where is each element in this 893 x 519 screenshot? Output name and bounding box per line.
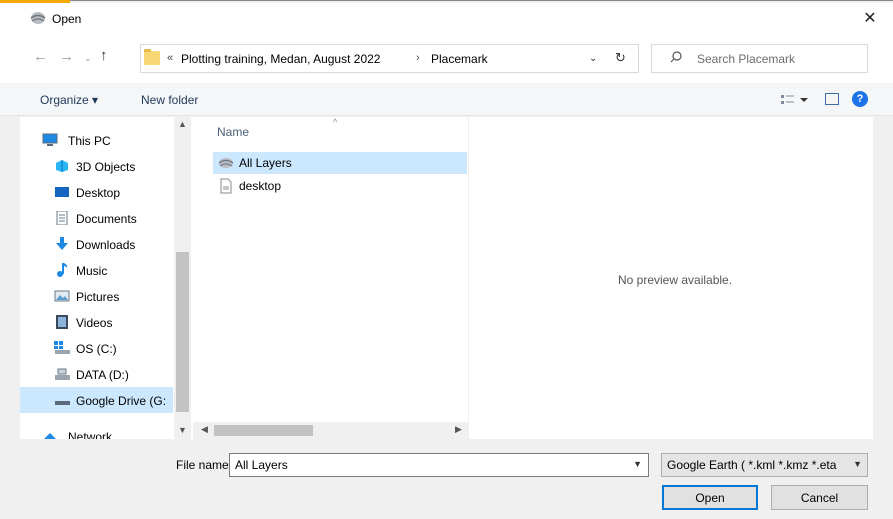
drive-icon <box>55 368 70 380</box>
title-bar: Open ✕ <box>0 3 893 35</box>
scroll-down-icon[interactable]: ▼ <box>178 425 187 435</box>
pictures-icon <box>54 290 70 302</box>
nav-item-google-drive[interactable]: Google Drive (G: <box>20 387 173 413</box>
videos-icon <box>56 315 68 329</box>
open-dialog: Open ✕ ← → ⌄ ↑ « Plotting training, Meda… <box>0 0 893 519</box>
nav-item-music[interactable]: Music <box>20 257 193 283</box>
nav-item-label: Pictures <box>76 290 120 304</box>
nav-item-data-d[interactable]: DATA (D:) <box>20 361 193 387</box>
layers-icon <box>218 158 234 168</box>
earth-app-icon <box>30 12 46 24</box>
scrollbar-thumb[interactable] <box>214 425 313 436</box>
windows-drive-icon <box>54 341 70 354</box>
cancel-button[interactable]: Cancel <box>771 485 868 510</box>
nav-item-label: This PC <box>68 134 111 148</box>
change-view-icon[interactable] <box>780 92 810 108</box>
nav-pane-scrollbar[interactable]: ▲ ▼ <box>174 117 191 439</box>
file-type-select[interactable]: Google Earth ( *.kml *.kmz *.eta ▼ <box>661 453 868 477</box>
preview-pane-icon[interactable] <box>825 93 839 105</box>
new-folder-button[interactable]: New folder <box>141 93 198 107</box>
file-name: All Layers <box>239 156 292 170</box>
file-row[interactable]: All Layers <box>213 152 467 174</box>
breadcrumb-item[interactable]: Placemark <box>431 52 488 66</box>
breadcrumb-separator-icon[interactable]: › <box>416 52 420 64</box>
column-header-name[interactable]: Name <box>217 125 249 139</box>
music-icon <box>57 263 68 277</box>
scroll-right-icon[interactable]: ▶ <box>455 424 462 435</box>
up-folder-button[interactable]: ↑ <box>100 47 108 64</box>
close-button[interactable]: ✕ <box>847 3 893 33</box>
file-name: desktop <box>239 179 282 193</box>
search-placeholder: Search Placemark <box>697 52 796 66</box>
refresh-button[interactable]: ↻ <box>615 50 626 66</box>
nav-item-this-pc[interactable]: This PC <box>20 127 193 153</box>
nav-item-label: Videos <box>76 316 113 330</box>
nav-item-label: Desktop <box>76 186 121 200</box>
top-border <box>70 0 893 1</box>
dialog-footer: File name: All Layers ▼ Google Earth ( *… <box>0 440 893 519</box>
preview-message: No preview available. <box>618 273 733 287</box>
breadcrumb-overflow-button[interactable]: « <box>167 52 173 64</box>
nav-item-desktop[interactable]: Desktop <box>20 179 193 205</box>
nav-item-network[interactable]: Network <box>20 423 193 439</box>
file-list-horizontal-scrollbar[interactable]: ◀ ▶ <box>193 422 469 439</box>
breadcrumb-item[interactable]: Plotting training, Medan, August 2022 <box>181 52 380 66</box>
organize-menu-button[interactable]: Organize ▾ <box>40 93 98 107</box>
nav-item-downloads[interactable]: Downloads <box>20 231 193 257</box>
preview-pane: No preview available. <box>470 117 873 439</box>
file-list-pane: Name ^ All Layers desktop ◀ ▶ <box>193 117 469 439</box>
folder-icon <box>144 49 160 65</box>
document-icon <box>56 211 68 225</box>
scroll-up-icon[interactable]: ▲ <box>178 119 187 129</box>
scroll-left-icon[interactable]: ◀ <box>201 424 208 435</box>
nav-item-label: DATA (D:) <box>76 368 129 382</box>
address-bar[interactable]: « Plotting training, Medan, August 2022 … <box>140 44 639 73</box>
nav-item-videos[interactable]: Videos <box>20 309 193 335</box>
nav-item-3d-objects[interactable]: 3D Objects <box>20 153 193 179</box>
file-name-field[interactable]: All Layers ▼ <box>229 453 649 477</box>
nav-item-documents[interactable]: Documents <box>20 205 193 231</box>
forward-button[interactable]: → <box>59 48 74 65</box>
drive-icon <box>55 401 70 405</box>
navigation-pane: This PC 3D Objects Desktop Documents Dow… <box>20 117 193 439</box>
address-dropdown-button[interactable]: ⌄ <box>589 53 597 64</box>
computer-icon <box>42 133 58 146</box>
nav-item-label: Network <box>68 430 113 439</box>
recent-locations-button[interactable]: ⌄ <box>84 53 92 64</box>
file-icon <box>220 178 232 194</box>
file-type-value: Google Earth ( *.kml *.kmz *.eta <box>667 458 837 472</box>
nav-item-label: OS (C:) <box>76 342 117 356</box>
file-name-label: File name: <box>176 458 233 472</box>
chevron-down-icon[interactable]: ▼ <box>853 459 862 469</box>
search-box[interactable]: Search Placemark <box>651 44 868 73</box>
open-button[interactable]: Open <box>662 485 758 510</box>
nav-item-label: Music <box>76 264 108 278</box>
nav-item-pictures[interactable]: Pictures <box>20 283 193 309</box>
desktop-icon <box>55 187 69 197</box>
chevron-down-icon[interactable]: ▼ <box>633 459 642 469</box>
nav-item-os-c[interactable]: OS (C:) <box>20 335 193 361</box>
network-icon <box>44 433 56 439</box>
navigation-row: ← → ⌄ ↑ « Plotting training, Medan, Augu… <box>0 35 893 83</box>
close-icon: ✕ <box>863 10 877 27</box>
command-bar: Organize ▾ New folder ? <box>0 83 893 116</box>
back-button[interactable]: ← <box>33 48 48 65</box>
file-name-value: All Layers <box>235 458 288 472</box>
download-icon <box>56 237 68 250</box>
nav-item-label: Documents <box>76 212 137 226</box>
nav-item-label: 3D Objects <box>76 160 136 174</box>
sort-ascending-icon: ^ <box>333 117 338 127</box>
help-icon[interactable]: ? <box>852 91 868 107</box>
window-title: Open <box>52 12 82 26</box>
cube-icon <box>56 160 68 172</box>
file-row[interactable]: desktop <box>213 175 467 197</box>
main-area: This PC 3D Objects Desktop Documents Dow… <box>20 117 873 439</box>
nav-item-label: Google Drive (G: <box>76 394 167 408</box>
nav-item-label: Downloads <box>76 238 136 252</box>
scrollbar-thumb[interactable] <box>176 252 189 412</box>
search-icon <box>670 51 682 63</box>
